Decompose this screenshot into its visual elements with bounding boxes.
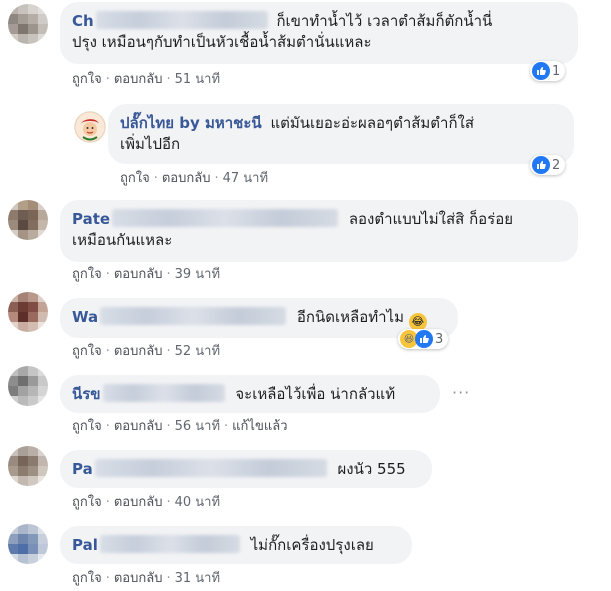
reaction-number: 3 xyxy=(435,331,444,347)
like-button[interactable]: ถูกใจ xyxy=(72,72,102,87)
reaction-count[interactable]: 😆 3 xyxy=(398,329,449,349)
like-button[interactable]: ถูกใจ xyxy=(72,419,102,434)
comment-actions: ถูกใจ · ตอบกลับ · 47 นาที xyxy=(120,171,269,186)
reply-button[interactable]: ตอบกลับ xyxy=(114,419,163,434)
timestamp[interactable]: 52 นาที xyxy=(175,344,220,359)
reaction-number: 2 xyxy=(552,157,561,173)
like-icon xyxy=(415,330,433,348)
comment-text: ไม่กั๊กเครื่องปรุงเลย xyxy=(250,536,374,554)
comment-text: ผงนัว 555 xyxy=(337,460,406,478)
redacted-name xyxy=(99,535,240,553)
avatar[interactable] xyxy=(8,4,48,44)
comment-author[interactable]: ปลั๊กไทย by มหาชะนี xyxy=(120,114,262,132)
timestamp[interactable]: 56 นาที xyxy=(175,419,220,434)
timestamp[interactable]: 40 นาที xyxy=(175,495,220,510)
reply-button[interactable]: ตอบกลับ xyxy=(114,267,163,282)
comment-author[interactable]: Ch xyxy=(72,12,94,30)
reply-bubble: ปลั๊กไทย by มหาชะนี แต่มันเยอะอ่ะผลอๆตำส… xyxy=(108,104,574,164)
like-button[interactable]: ถูกใจ xyxy=(72,571,102,586)
comment-actions: ถูกใจ · ตอบกลับ · 39 นาที xyxy=(72,267,221,282)
timestamp[interactable]: 31 นาที xyxy=(175,571,220,586)
timestamp[interactable]: 47 นาที xyxy=(223,171,268,186)
edited-label[interactable]: แก้ไขแล้ว xyxy=(232,419,287,434)
redacted-name xyxy=(112,209,339,227)
comment-author[interactable]: นีรข xyxy=(72,385,101,403)
like-button[interactable]: ถูกใจ xyxy=(72,344,102,359)
more-options-icon[interactable]: ··· xyxy=(452,383,470,402)
reply-button[interactable]: ตอบกลับ xyxy=(114,571,163,586)
redacted-name xyxy=(100,307,287,325)
comment-actions: ถูกใจ · ตอบกลับ · 52 นาที xyxy=(72,344,221,359)
comment-author[interactable]: Pa xyxy=(72,460,93,478)
page-logo-icon xyxy=(74,111,106,143)
avatar[interactable] xyxy=(8,366,48,406)
comment-actions: ถูกใจ · ตอบกลับ · 40 นาที xyxy=(72,495,221,510)
comment-text: เพิ่มไปอีก xyxy=(120,135,181,153)
comment-bubble: Wa อีกนิดเหลือทำไม 😂 xyxy=(60,298,458,338)
comment-text: ปรุง เหมือนๆกับทำเป็นหัวเชื้อน้ำส้มตำนั่… xyxy=(72,33,372,51)
comment-bubble: Pal ไม่กั๊กเครื่องปรุงเลย xyxy=(60,526,412,564)
comment-bubble: Ch ก็เขาทำน้ำไว้ เวลาตำส้มก็ตักน้ำนี่ ปร… xyxy=(60,2,578,64)
like-icon xyxy=(532,62,550,80)
avatar[interactable] xyxy=(8,524,48,564)
comment-text: ลองตำแบบไม่ใส่สิ ก็อร่อย xyxy=(348,210,514,228)
avatar[interactable] xyxy=(8,200,48,240)
comment-text: เหมือนกันแหละ xyxy=(72,231,173,249)
comment-author[interactable]: Pal xyxy=(72,536,98,554)
like-icon xyxy=(532,156,550,174)
reply-button[interactable]: ตอบกลับ xyxy=(114,344,163,359)
comment-author[interactable]: Pate xyxy=(72,210,110,228)
comment-actions: ถูกใจ · ตอบกลับ · 56 นาที · แก้ไขแล้ว xyxy=(72,419,288,434)
timestamp[interactable]: 51 นาที xyxy=(175,72,220,87)
reply-button[interactable]: ตอบกลับ xyxy=(162,171,211,186)
reaction-count[interactable]: 2 xyxy=(530,155,566,175)
comment-bubble: Pa ผงนัว 555 xyxy=(60,450,432,488)
avatar[interactable] xyxy=(8,292,48,332)
redacted-name xyxy=(94,459,327,477)
redacted-name xyxy=(95,11,268,29)
comment-author[interactable]: Wa xyxy=(72,308,98,326)
avatar[interactable] xyxy=(8,446,48,486)
comment-text: อีกนิดเหลือทำไม xyxy=(296,308,404,326)
reaction-number: 1 xyxy=(552,63,561,79)
reply-button[interactable]: ตอบกลับ xyxy=(114,495,163,510)
timestamp[interactable]: 39 นาที xyxy=(175,267,220,282)
like-button[interactable]: ถูกใจ xyxy=(120,171,150,186)
comment-bubble: Pate ลองตำแบบไม่ใส่สิ ก็อร่อย เหมือนกันแ… xyxy=(60,200,578,262)
like-button[interactable]: ถูกใจ xyxy=(72,495,102,510)
comment-actions: ถูกใจ · ตอบกลับ · 31 นาที xyxy=(72,571,221,586)
comment-actions: ถูกใจ · ตอบกลับ · 51 นาที xyxy=(72,72,221,87)
reaction-count[interactable]: 1 xyxy=(530,61,566,81)
comment-text: จะเหลือไว้เพื่อ น่ากลัวแท้ xyxy=(235,385,396,403)
redacted-name xyxy=(102,384,225,402)
comment-bubble: นีรข จะเหลือไว้เพื่อ น่ากลัวแท้ xyxy=(60,375,440,413)
page-avatar[interactable] xyxy=(74,111,106,143)
comment-text: แต่มันเยอะอ่ะผลอๆตำส้มตำก็ใส่ xyxy=(270,114,475,132)
like-button[interactable]: ถูกใจ xyxy=(72,267,102,282)
reply-button[interactable]: ตอบกลับ xyxy=(114,72,163,87)
comment-text: ก็เขาทำน้ำไว้ เวลาตำส้มก็ตักน้ำนี่ xyxy=(276,12,493,30)
